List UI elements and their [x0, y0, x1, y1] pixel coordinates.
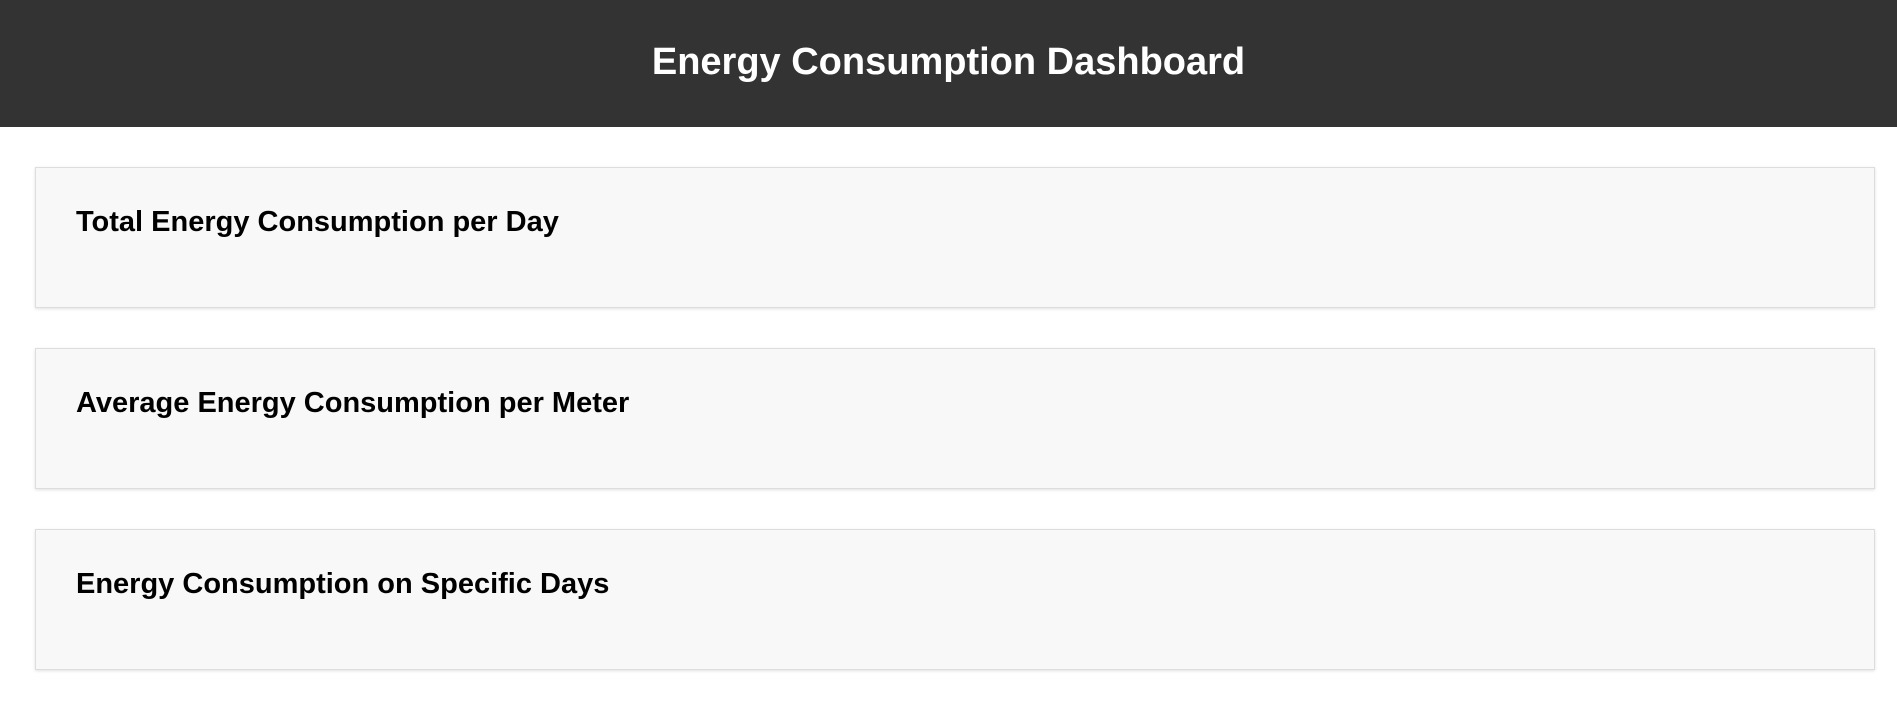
panel-title: Average Energy Consumption per Meter — [76, 387, 630, 419]
panel-title: Energy Consumption on Specific Days — [76, 568, 610, 600]
page-title: Energy Consumption Dashboard — [651, 41, 1246, 83]
dashboard-main: Total Energy Consumption per Day Average… — [0, 127, 1897, 670]
average-consumption-per-meter-panel: Average Energy Consumption per Meter — [35, 348, 1875, 489]
dashboard-header: Energy Consumption Dashboard — [0, 0, 1897, 127]
panel-title: Total Energy Consumption per Day — [76, 206, 559, 238]
total-consumption-per-day-panel: Total Energy Consumption per Day — [35, 167, 1875, 308]
consumption-on-specific-days-panel: Energy Consumption on Specific Days — [35, 529, 1875, 670]
